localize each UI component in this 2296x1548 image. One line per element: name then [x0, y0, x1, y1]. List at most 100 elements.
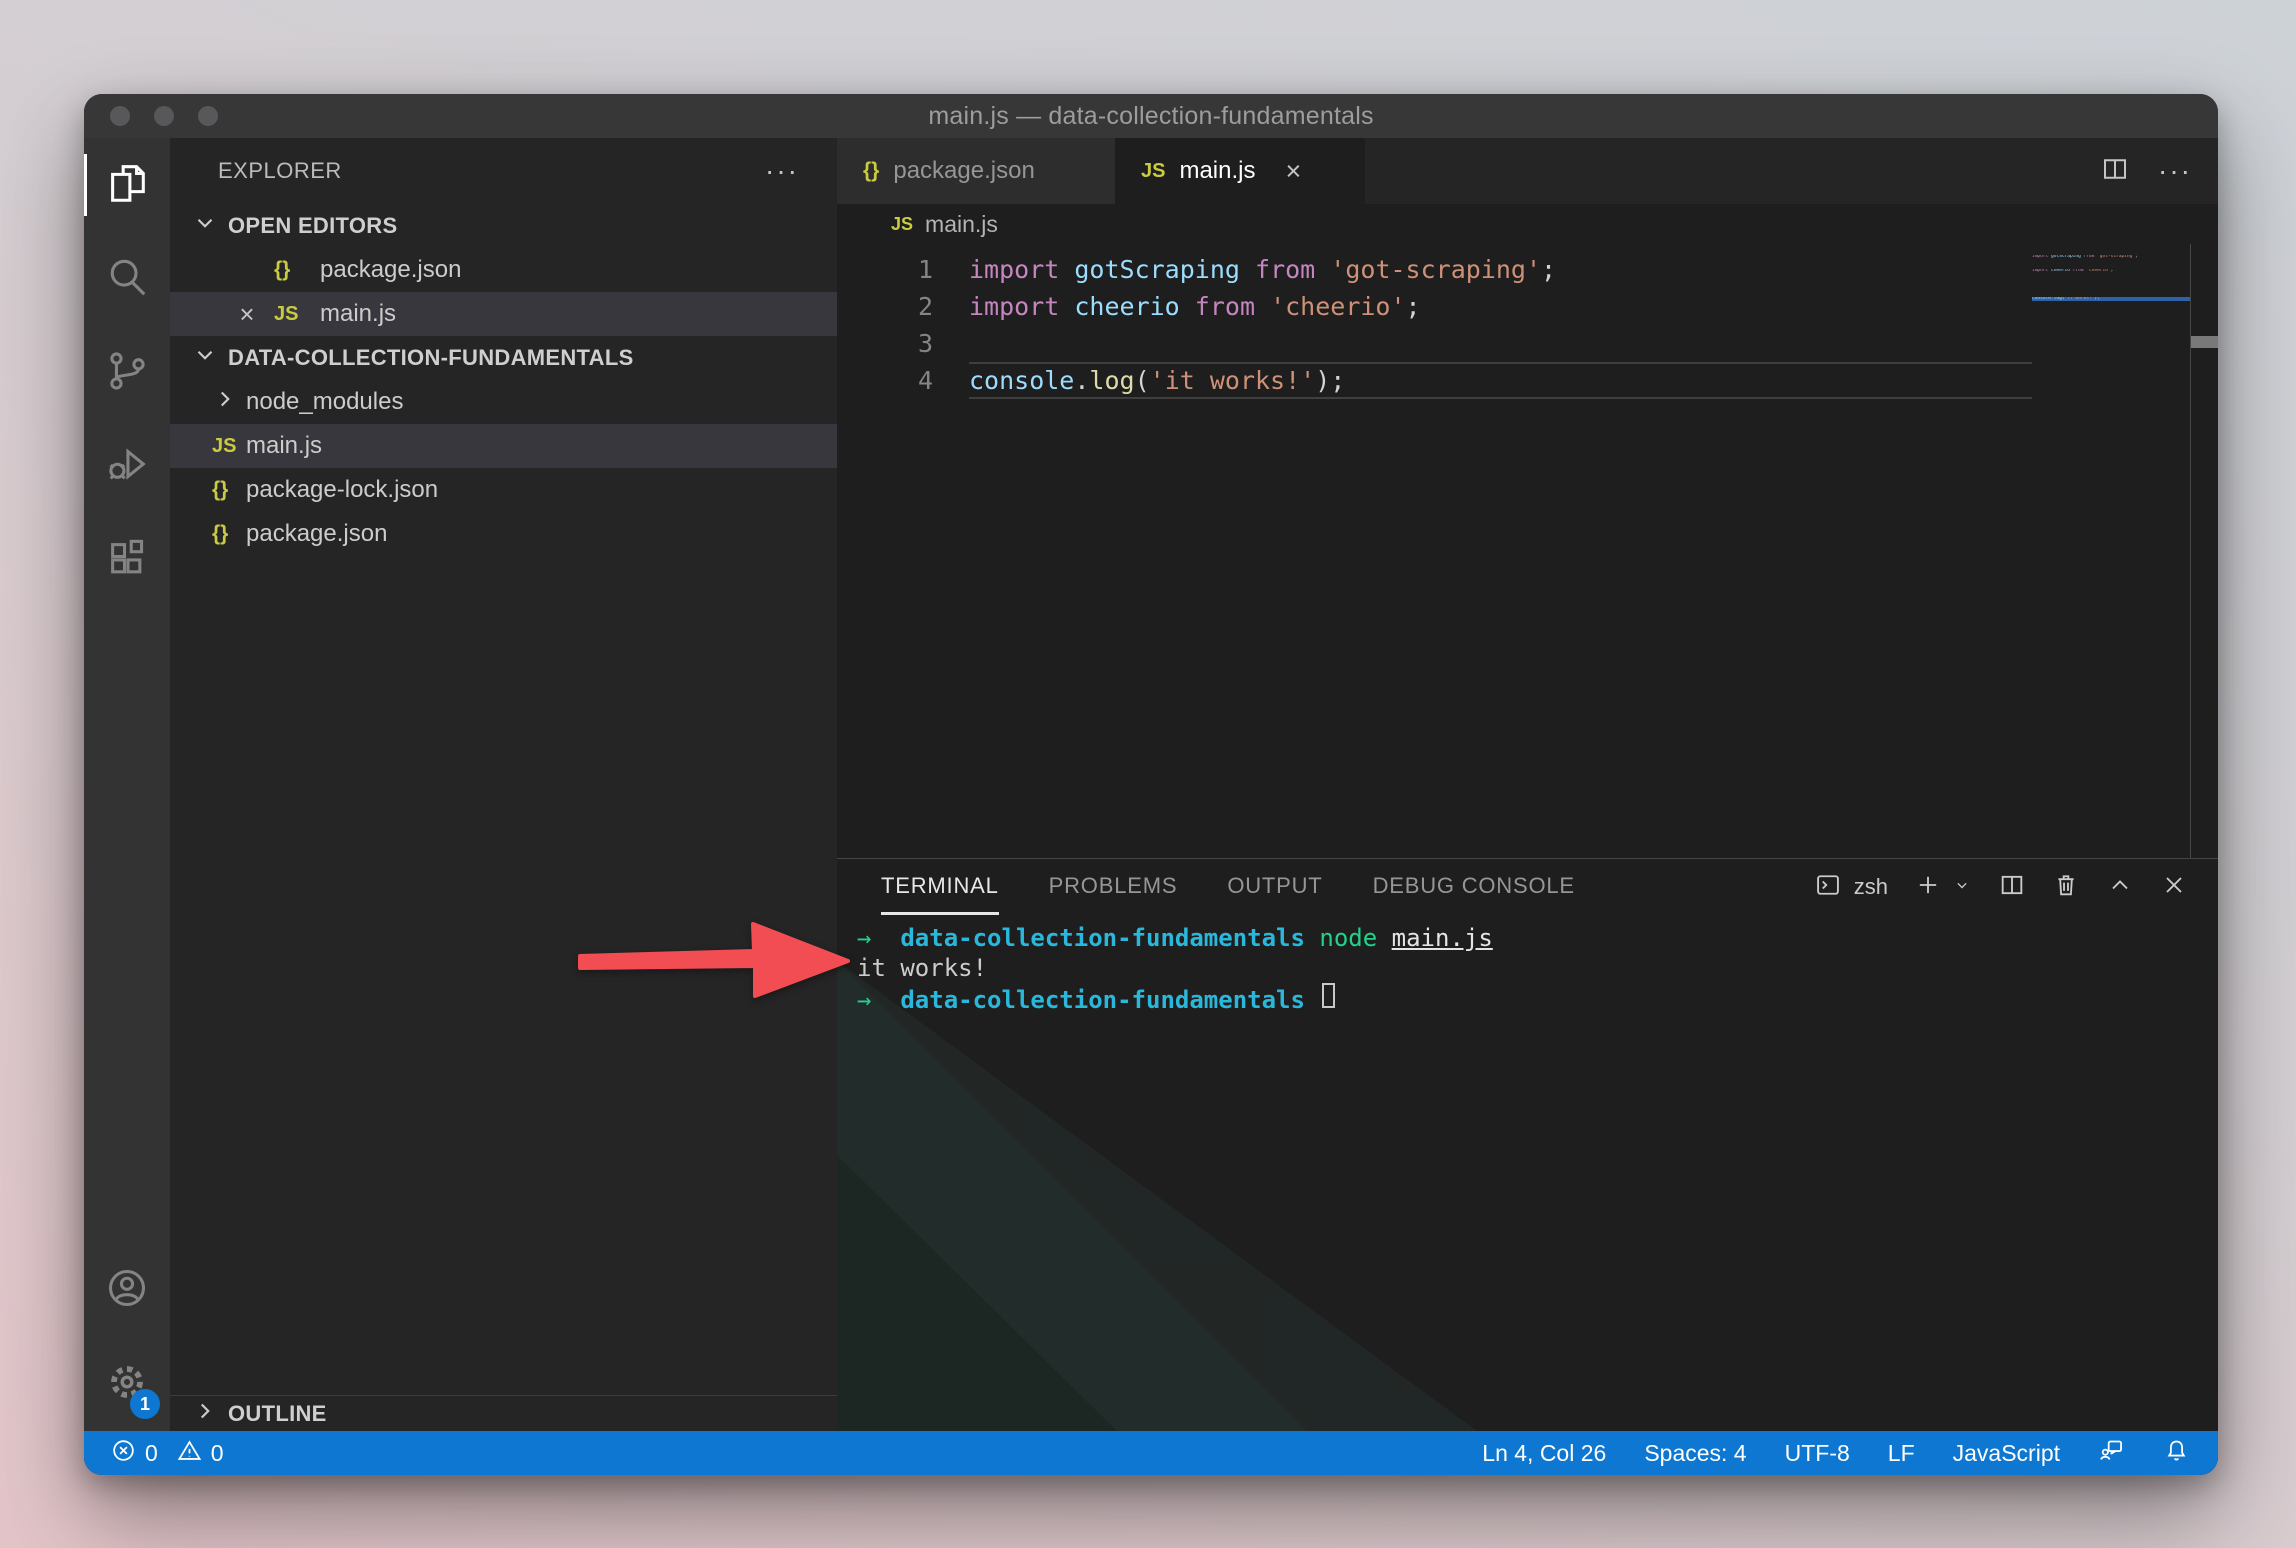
code-line: 2 import cheerio from 'cheerio';	[837, 288, 2218, 325]
desktop: { "window": { "title": "main.js — data-c…	[0, 0, 2296, 1548]
chevron-down-icon	[192, 342, 218, 374]
bottom-panel: TERMINAL PROBLEMS OUTPUT DEBUG CONSOLE z…	[837, 858, 2218, 1431]
tab-debug-console[interactable]: DEBUG CONSOLE	[1373, 859, 1575, 915]
shell-name: zsh	[1854, 874, 1888, 900]
editor-scrollbar[interactable]	[2190, 244, 2218, 858]
error-icon	[110, 1437, 137, 1470]
code-editor[interactable]: 1 import gotScraping from 'got-scraping'…	[837, 244, 2218, 858]
editor-tab-bar: {} package.json JS main.js × ···	[837, 138, 2218, 204]
sidebar-item-source-control[interactable]	[84, 326, 170, 420]
sidebar-item-extensions[interactable]	[84, 514, 170, 608]
tree-item-node-modules[interactable]: node_modules	[170, 380, 837, 424]
section-open-editors[interactable]: OPEN EDITORS	[170, 204, 837, 248]
close-panel-icon[interactable]	[2160, 871, 2188, 904]
sidebar-item-explorer[interactable]	[84, 138, 170, 232]
close-editor-icon[interactable]: ×	[232, 299, 262, 330]
close-window-button[interactable]	[110, 106, 130, 126]
settings-badge: 1	[130, 1389, 160, 1419]
terminal-line: → data-collection-fundamentals	[857, 983, 2218, 1013]
warning-count: 0	[211, 1440, 224, 1467]
accounts-button[interactable]	[84, 1243, 170, 1337]
source-control-icon	[104, 348, 150, 399]
tree-item-package-json[interactable]: {} package.json	[170, 512, 837, 556]
editor-more-actions-icon[interactable]: ···	[2158, 166, 2192, 176]
split-terminal-icon[interactable]	[1998, 871, 2026, 904]
eol-sequence[interactable]: LF	[1888, 1440, 1915, 1467]
terminal-line: it works!	[857, 953, 2218, 983]
kill-terminal-icon[interactable]	[2052, 871, 2080, 904]
workspace-folder-label: DATA-COLLECTION-FUNDAMENTALS	[228, 345, 634, 371]
tab-problems[interactable]: PROBLEMS	[1049, 859, 1178, 915]
warning-icon	[176, 1437, 203, 1470]
notifications-bell-icon[interactable]	[2163, 1437, 2190, 1470]
encoding[interactable]: UTF-8	[1785, 1440, 1850, 1467]
terminal-line: → data-collection-fundamentals node main…	[857, 923, 2218, 953]
tree-item-label: package-lock.json	[246, 476, 438, 504]
sidebar-item-run-and-debug[interactable]	[84, 420, 170, 514]
js-file-icon: JS	[274, 303, 298, 326]
scrollbar-thumb[interactable]	[2191, 336, 2218, 348]
window-title: main.js — data-collection-fundamentals	[928, 102, 1373, 131]
minimap[interactable]: import gotScraping from 'got-scraping'; …	[2032, 246, 2190, 310]
new-terminal-icon[interactable]	[1914, 871, 1942, 904]
open-editor-label: package.json	[320, 256, 461, 284]
terminal-watermark	[837, 1155, 1117, 1431]
open-editor-main-js[interactable]: × JS main.js	[170, 292, 837, 336]
terminal-watermark	[837, 961, 1307, 1431]
tab-main-js[interactable]: JS main.js ×	[1115, 138, 1365, 204]
problems-status[interactable]: 0 0	[110, 1437, 224, 1470]
files-icon	[104, 160, 150, 211]
open-editor-label: main.js	[320, 300, 396, 328]
tab-package-json[interactable]: {} package.json	[837, 138, 1115, 204]
tree-item-main-js[interactable]: JS main.js	[170, 424, 837, 468]
section-outline[interactable]: OUTLINE	[170, 1395, 837, 1431]
terminal-shell-icon	[1814, 871, 1842, 904]
maximize-panel-icon[interactable]	[2106, 871, 2134, 904]
js-file-icon: JS	[1141, 160, 1165, 183]
tab-output[interactable]: OUTPUT	[1227, 859, 1322, 915]
editor-group: {} package.json JS main.js × ··· JS main…	[837, 138, 2218, 1431]
panel-header: TERMINAL PROBLEMS OUTPUT DEBUG CONSOLE z…	[837, 859, 2218, 915]
manage-button[interactable]: 1	[84, 1337, 170, 1431]
launch-profile-chevron-icon[interactable]	[1952, 875, 1972, 900]
chevron-right-icon	[192, 1398, 218, 1430]
tab-terminal[interactable]: TERMINAL	[881, 859, 999, 915]
cursor-position[interactable]: Ln 4, Col 26	[1482, 1440, 1606, 1467]
chevron-down-icon	[192, 210, 218, 242]
sidebar-item-search[interactable]	[84, 232, 170, 326]
outline-label: OUTLINE	[228, 1401, 327, 1427]
json-file-icon: {}	[274, 258, 290, 282]
indentation[interactable]: Spaces: 4	[1644, 1440, 1746, 1467]
language-mode[interactable]: JavaScript	[1953, 1440, 2060, 1467]
vscode-window: main.js — data-collection-fundamentals	[84, 94, 2218, 1475]
explorer-header: EXPLORER ···	[170, 138, 837, 204]
line-number: 4	[837, 366, 969, 395]
terminal[interactable]: → data-collection-fundamentals node main…	[837, 915, 2218, 1431]
explorer-sidebar: EXPLORER ··· OPEN EDITORS {} package.jso…	[170, 138, 837, 1431]
explorer-more-actions-icon[interactable]: ···	[765, 166, 799, 176]
tab-label: main.js	[1179, 157, 1255, 185]
current-line-highlight	[969, 362, 2032, 399]
breadcrumb-file[interactable]: main.js	[925, 211, 998, 238]
minimize-window-button[interactable]	[154, 106, 174, 126]
js-file-icon: JS	[891, 214, 913, 235]
title-bar: main.js — data-collection-fundamentals	[84, 94, 2218, 138]
section-workspace-folder[interactable]: DATA-COLLECTION-FUNDAMENTALS	[170, 336, 837, 380]
tab-label: package.json	[893, 157, 1034, 185]
tree-item-label: main.js	[246, 432, 322, 460]
breadcrumb: JS main.js	[837, 204, 2218, 244]
run-debug-icon	[104, 442, 150, 493]
zoom-window-button[interactable]	[198, 106, 218, 126]
explorer-title: EXPLORER	[218, 158, 765, 184]
tree-item-label: package.json	[246, 520, 387, 548]
open-editor-package-json[interactable]: {} package.json	[170, 248, 837, 292]
close-tab-icon[interactable]: ×	[1286, 156, 1302, 187]
feedback-icon[interactable]	[2098, 1437, 2125, 1470]
split-editor-icon[interactable]	[2100, 154, 2130, 189]
tree-item-package-lock-json[interactable]: {} package-lock.json	[170, 468, 837, 512]
search-icon	[104, 254, 150, 305]
json-file-icon: {}	[863, 159, 879, 183]
account-icon	[104, 1265, 150, 1316]
chevron-right-icon	[212, 386, 238, 419]
activity-bar: 1	[84, 138, 170, 1431]
